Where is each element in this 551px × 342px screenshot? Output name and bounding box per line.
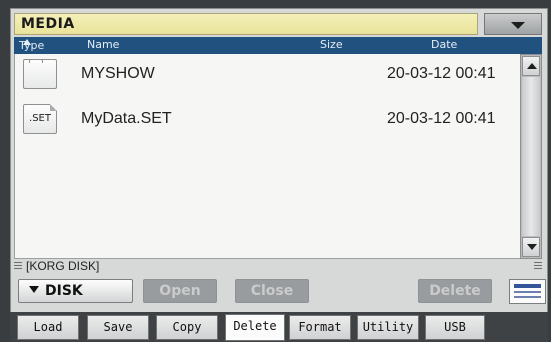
delete-button[interactable]: Delete xyxy=(418,279,492,303)
sort-ascending-icon xyxy=(23,39,31,45)
select-all-icon[interactable] xyxy=(509,279,546,304)
file-list[interactable]: MYSHOW 20-03-12 00:41 .SET MyData.SET 20… xyxy=(14,54,520,259)
tab-format[interactable]: Format xyxy=(289,315,351,340)
column-header: Type Name Size Date xyxy=(14,37,542,54)
tab-delete[interactable]: Delete xyxy=(225,314,285,341)
current-path: [KORG DISK] xyxy=(14,259,542,274)
tab-save[interactable]: Save xyxy=(87,315,149,340)
page-title: MEDIA xyxy=(14,13,478,35)
grip-icon xyxy=(534,262,542,270)
path-text: [KORG DISK] xyxy=(26,259,100,273)
close-button[interactable]: Close xyxy=(235,279,309,303)
file-date: 20-03-12 00:41 xyxy=(387,110,496,127)
file-date: 20-03-12 00:41 xyxy=(387,65,496,82)
scroll-down-button[interactable] xyxy=(522,237,540,257)
page-title-text: MEDIA xyxy=(21,16,75,32)
vertical-scrollbar[interactable] xyxy=(520,54,542,259)
folder-icon xyxy=(23,59,57,89)
page-menu-button[interactable] xyxy=(484,13,542,35)
list-item-myshow[interactable]: MYSHOW 20-03-12 00:41 xyxy=(15,56,521,92)
open-button[interactable]: Open xyxy=(143,279,217,303)
column-date[interactable]: Date xyxy=(431,38,457,51)
list-item-mydata-set[interactable]: .SET MyData.SET 20-03-12 00:41 xyxy=(15,101,521,137)
device-selector-button[interactable]: DISK xyxy=(18,279,133,303)
tab-copy[interactable]: Copy xyxy=(156,315,218,340)
chevron-down-icon xyxy=(29,286,39,293)
chevron-down-icon xyxy=(511,22,525,29)
tab-utility[interactable]: Utility xyxy=(357,315,419,340)
column-name[interactable]: Name xyxy=(87,38,119,51)
set-file-icon: .SET xyxy=(23,104,57,134)
tab-load[interactable]: Load xyxy=(17,315,79,340)
scroll-up-button[interactable] xyxy=(522,56,540,76)
device-label: DISK xyxy=(45,283,83,299)
column-size[interactable]: Size xyxy=(320,38,343,51)
arrow-down-icon xyxy=(527,244,537,250)
file-name: MyData.SET xyxy=(81,110,172,127)
tab-usb[interactable]: USB xyxy=(425,315,485,340)
grip-icon xyxy=(14,262,22,270)
file-name: MYSHOW xyxy=(81,65,155,82)
scroll-track[interactable] xyxy=(522,77,540,236)
arrow-up-icon xyxy=(527,63,537,69)
